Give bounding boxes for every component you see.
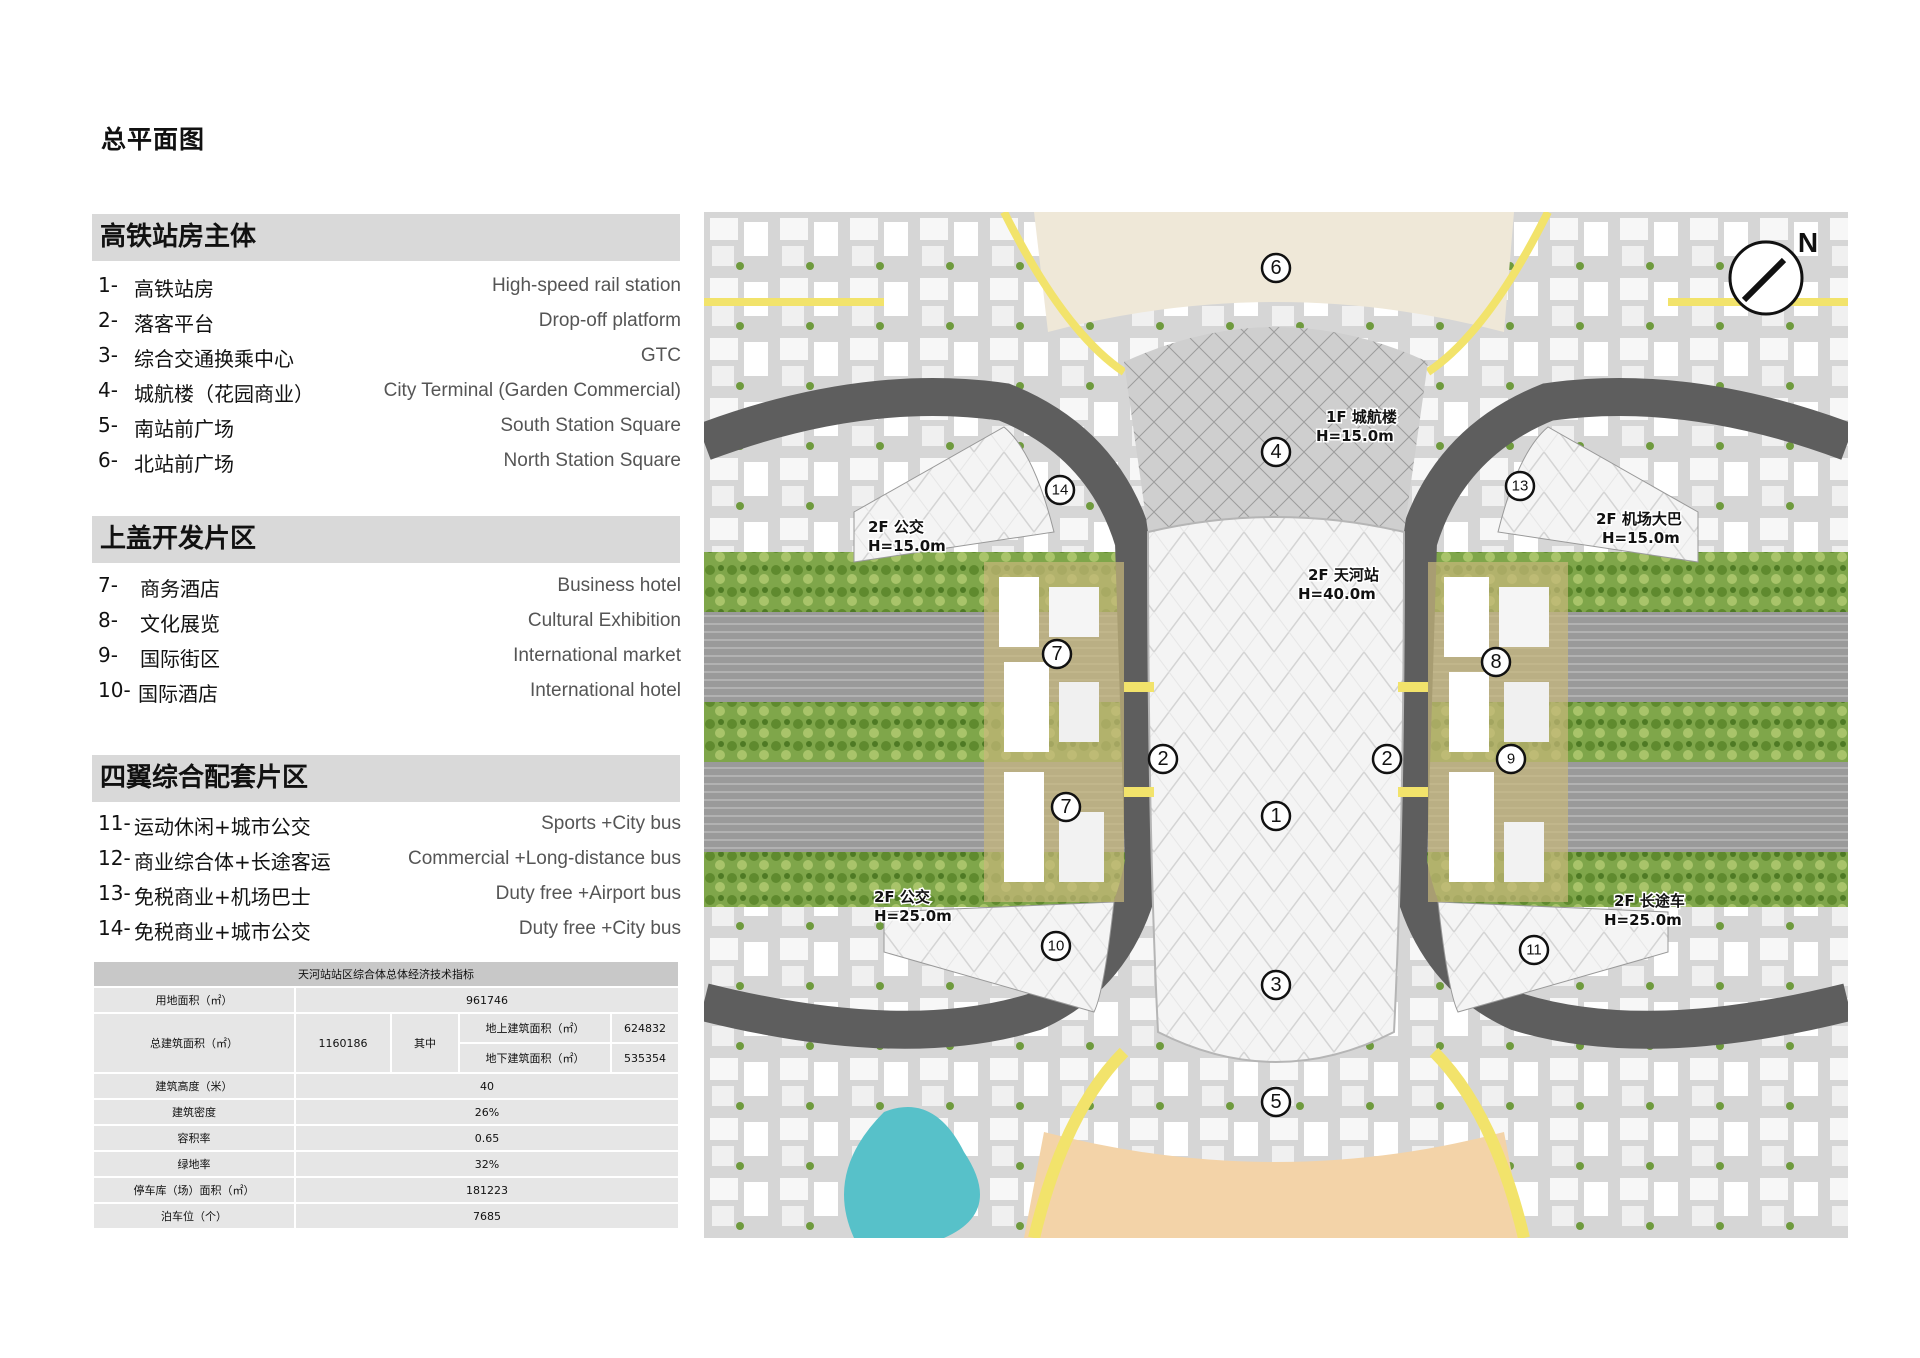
svg-text:6: 6 [1270,257,1281,279]
legend-item: 12- 商业综合体+长途客运 Commercial +Long-distance b… [98,846,681,874]
marker-8: 7 [1050,791,1082,823]
marker-11: 10 [1040,930,1072,962]
table-row: 用地面积（㎡） 961746 [92,986,680,1014]
legend-item: 5- 南站前广场 South Station Square [98,413,681,441]
legend-item: 4- 城航楼（花园商业） City Terminal (Garden Commerc… [98,378,681,406]
label-long-distance: 2F 长途车 H=25.0m [1604,892,1685,929]
marker-14: 14 [1044,474,1076,506]
svg-text:13: 13 [1512,478,1529,495]
svg-text:7: 7 [1060,796,1071,818]
marker-5: 5 [1260,1086,1292,1118]
table-row: 天河站站区综合体总体经济技术指标 [92,960,680,988]
svg-text:10: 10 [1048,938,1065,955]
marker-10: 9 [1495,743,1527,775]
page-title: 总平面图 [101,125,206,154]
svg-text:8: 8 [1490,651,1501,673]
table-row: 建筑高度（米） 40 [92,1072,680,1100]
table-row: 容积率 0.65 [92,1124,680,1152]
table-row: 绿地率 32% [92,1150,680,1178]
legend-item: 10- 国际酒店 International hotel [98,678,681,706]
svg-text:2: 2 [1157,748,1168,770]
legend-item: 7- 商务酒店 Business hotel [98,573,681,601]
marker-13: 13 [1504,470,1536,502]
section-header-station: 高铁站房主体 [92,214,680,261]
legend-item: 11- 运动休闲+城市公交 Sports +City bus [98,811,681,839]
svg-text:14: 14 [1052,482,1069,499]
label-tianhe-station: 2F 天河站 H=40.0m [1298,566,1379,603]
table-row: 泊车位（个） 7685 [92,1202,680,1230]
table-caption: 天河站站区综合体总体经济技术指标 [92,960,680,988]
table-row: 建筑密度 26% [92,1098,680,1126]
legend-item: 3- 综合交通换乘中心 GTC [98,343,681,371]
legend-item: 13- 免税商业+机场巴士 Duty free +Airport bus [98,881,681,909]
legend-item: 9- 国际街区 International market [98,643,681,671]
marker-4: 4 [1260,436,1292,468]
marker-3: 3 [1260,969,1292,1001]
svg-text:11: 11 [1526,942,1542,959]
legend-item: 14- 免税商业+城市公交 Duty free +City bus [98,916,681,944]
marker-6: 6 [1260,252,1292,284]
svg-text:4: 4 [1270,441,1281,463]
svg-text:1: 1 [1270,805,1281,827]
section-header-overdeck: 上盖开发片区 [92,516,680,563]
svg-text:7: 7 [1051,643,1062,665]
svg-text:9: 9 [1507,751,1515,768]
legend-item: 2- 落客平台 Drop-off platform [98,308,681,336]
marker-2-east: 2 [1371,743,1403,775]
marker-2-west: 2 [1147,743,1179,775]
svg-text:5: 5 [1270,1091,1281,1113]
svg-text:2: 2 [1381,748,1392,770]
label-city-terminal: 1F 城航楼 H=15.0m [1316,408,1397,445]
svg-text:3: 3 [1270,974,1281,996]
master-plan-map: N 1F 城航楼 H=15.0m 2F 天河站 H=40.0m 2F 公交 H=15.… [704,212,1848,1238]
section-header-wings: 四翼综合配套片区 [92,755,680,802]
north-label: N [1798,227,1818,258]
legend-item: 1- 高铁站房 High-speed rail station [98,273,681,301]
label-airport-bus: 2F 机场大巴 H=15.0m [1596,510,1682,547]
legend-item: 8- 文化展览 Cultural Exhibition [98,608,681,636]
legend-item: 6- 北站前广场 North Station Square [98,448,681,476]
table-row: 停车库（场）面积（㎡） 181223 [92,1176,680,1204]
tech-indicator-table: 天河站站区综合体总体经济技术指标 用地面积（㎡） 961746 总建筑面积（㎡） … [92,960,680,1230]
marker-12: 11 [1518,934,1550,966]
marker-9: 8 [1480,646,1512,678]
marker-1: 1 [1260,800,1292,832]
table-row: 总建筑面积（㎡） 1160186 其中 地上建筑面积（㎡） 624832 [92,1012,680,1074]
marker-7: 7 [1041,638,1073,670]
